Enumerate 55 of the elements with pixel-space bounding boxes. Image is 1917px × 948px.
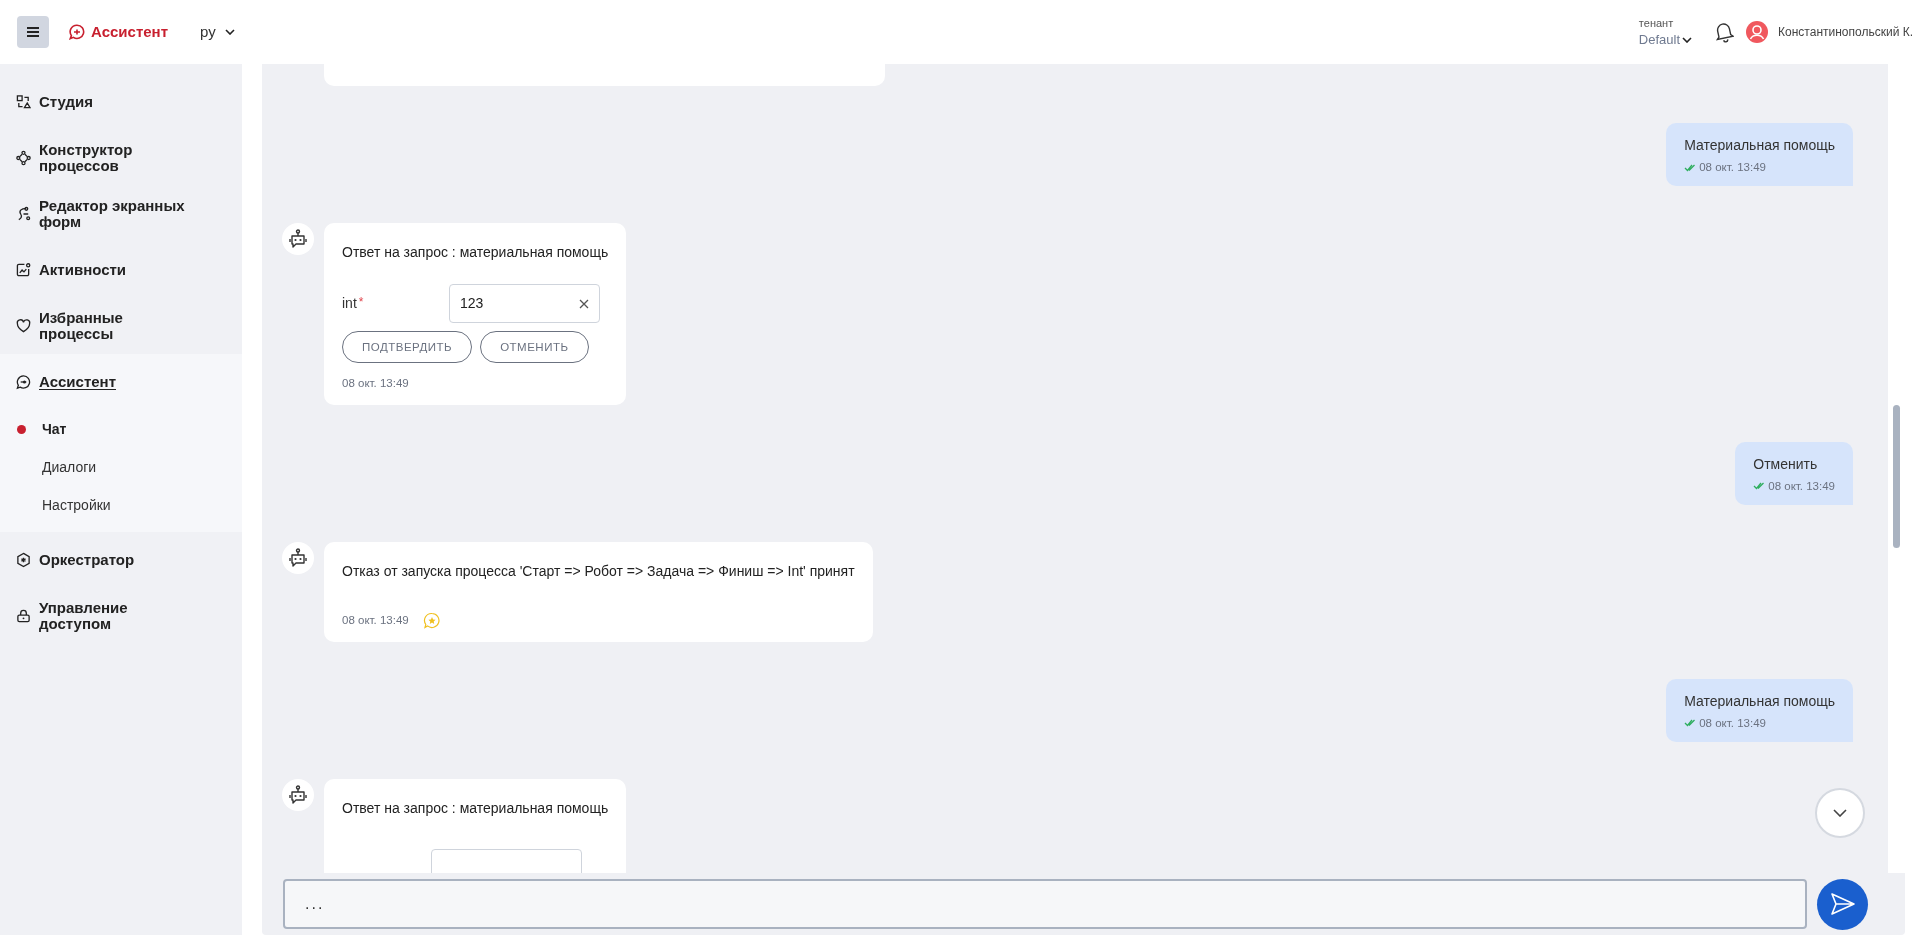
message-time: 08 окт. 13:49 <box>1699 160 1766 175</box>
chevron-down-icon <box>1833 809 1847 817</box>
bell-icon[interactable] <box>1714 21 1735 43</box>
lock-icon <box>16 608 31 624</box>
user-name[interactable]: Константинопольский К. <box>1778 23 1913 41</box>
user-avatar-icon[interactable] <box>1746 21 1769 43</box>
chart-icon <box>16 262 31 278</box>
clear-icon[interactable] <box>579 298 589 309</box>
message-text: Отказ от запуска процесса 'Старт => Робот => Задача => Финиш => Int' принят <box>342 561 855 581</box>
shapes-icon <box>16 94 31 110</box>
tenant-select[interactable]: Default <box>1638 31 1693 49</box>
hexagon-icon <box>16 552 31 568</box>
message-text: Ответ на запрос : материальная помощь <box>342 799 609 818</box>
message-time: 08 окт. 13:49 <box>342 376 410 392</box>
sidebar-item[interactable]: Студия <box>0 74 242 130</box>
sidebar-item[interactable]: Ассистент <box>0 354 242 410</box>
star-badge-icon[interactable] <box>422 611 441 630</box>
input-field[interactable]: 123 <box>449 284 600 324</box>
required-mark: * <box>358 294 364 312</box>
nodes-icon <box>16 150 31 166</box>
robot-icon <box>288 785 308 805</box>
send-icon <box>1829 892 1856 916</box>
message-text: Ответ на запрос : материальная помощь <box>342 243 609 263</box>
curve-icon <box>16 206 31 222</box>
message-text: Отменить <box>1753 454 1819 474</box>
chat-logo-icon <box>69 24 85 40</box>
tenant-label: тенант <box>1638 16 1675 31</box>
message-time: 08 окт. 13:49 <box>342 613 409 629</box>
chevron-down-icon <box>1682 37 1693 43</box>
chevron-down-icon <box>223 29 236 35</box>
sidebar-item[interactable]: Редактор экранных форм <box>0 186 242 242</box>
message-text: Материальная помощь <box>1684 691 1835 711</box>
scrollbar-thumb[interactable] <box>1893 405 1900 548</box>
submenu-item[interactable]: Настройки <box>0 486 242 524</box>
message-time: 08 окт. 13:49 <box>1768 478 1835 494</box>
sidebar-item[interactable]: Оркестратор <box>0 532 242 588</box>
language-select[interactable]: ру <box>200 20 236 44</box>
submenu-item[interactable]: Чат <box>0 410 242 448</box>
sidebar-item[interactable]: Управление доступом <box>0 588 242 644</box>
menu-icon <box>27 27 39 37</box>
sidebar-item[interactable]: Конструктор процессов <box>0 130 242 186</box>
chat-icon <box>16 374 31 390</box>
message-text: Материальная помощь <box>1684 136 1835 155</box>
message-time: 08 окт. 13:49 <box>1699 715 1766 731</box>
sidebar-item[interactable]: Избранные процессы <box>0 298 242 354</box>
field-label: int <box>342 294 357 314</box>
robot-icon <box>288 229 308 250</box>
message-input[interactable]: ... <box>283 879 1807 929</box>
menu-button[interactable] <box>17 16 49 48</box>
app-title[interactable]: Ассистент <box>91 20 168 44</box>
submenu-item[interactable]: Диалоги <box>0 448 242 486</box>
send-button[interactable] <box>1817 878 1868 930</box>
heart-icon <box>16 318 31 334</box>
sidebar-item[interactable]: Активности <box>0 242 242 298</box>
robot-icon <box>288 547 308 568</box>
